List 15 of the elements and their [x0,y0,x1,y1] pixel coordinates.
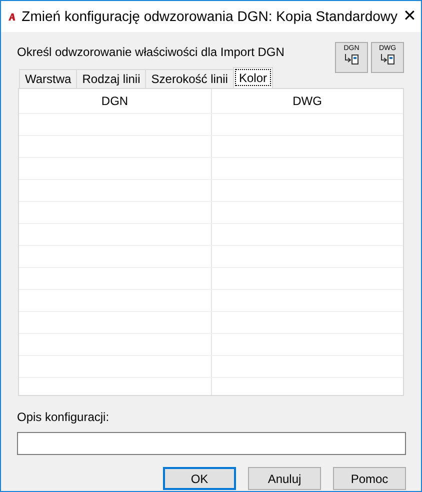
ok-button[interactable]: OK [163,467,236,490]
window-title: Zmień konfigurację odwzorowania DGN: Kopia Standardowy [22,7,398,26]
tab[interactable]: Warstwa [19,69,78,88]
tab[interactable]: Rodzaj linii [76,69,146,88]
field-label: Opis konfiguracji: [17,409,110,426]
dialog-button[interactable]: Anuluj [248,467,321,490]
description-field[interactable] [17,432,406,455]
arrow-document-icon [380,54,395,65]
arrow-document-icon [344,54,359,65]
column-header[interactable]: DWG [210,89,403,113]
dialog-button[interactable]: Pomoc [333,467,406,490]
column-header[interactable]: DGN [19,89,210,113]
close-button[interactable]: ✕ [398,1,421,32]
tab[interactable]: Kolor [232,67,273,88]
prompt-text: Określ odwzorowanie właściwości dla Import DGN [17,44,284,61]
